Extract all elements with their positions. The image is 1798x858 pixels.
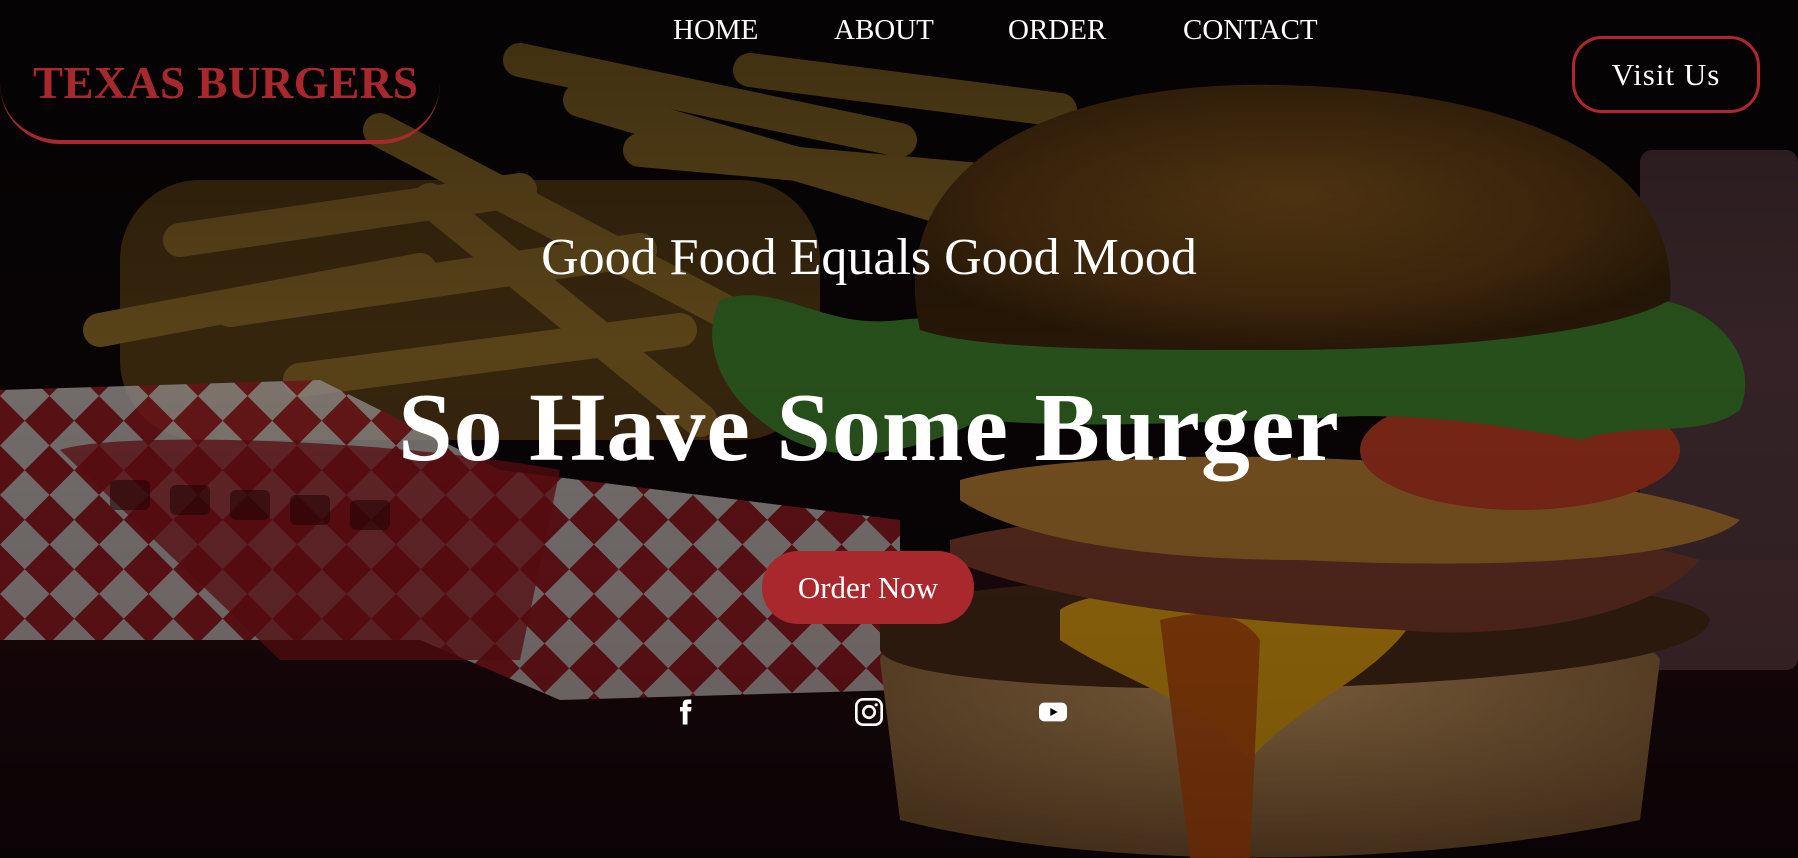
instagram-icon[interactable] (853, 696, 885, 733)
nav-item-order[interactable]: ORDER (1008, 14, 1106, 47)
nav-item-contact[interactable]: CONTACT (1183, 14, 1318, 47)
brand-name: TEXAS BURGERS (33, 58, 419, 108)
youtube-icon[interactable] (1036, 696, 1070, 733)
hero-headline: So Have Some Burger (398, 374, 1340, 482)
hero-tagline: Good Food Equals Good Mood (541, 229, 1197, 286)
main-nav: HOME ABOUT ORDER CONTACT (0, 14, 1798, 58)
order-now-button[interactable]: Order Now (762, 551, 974, 624)
nav-item-home[interactable]: HOME (673, 14, 758, 47)
facebook-icon[interactable] (670, 696, 700, 733)
visit-us-button[interactable]: Visit Us (1572, 36, 1760, 113)
nav-item-about[interactable]: ABOUT (834, 14, 934, 47)
